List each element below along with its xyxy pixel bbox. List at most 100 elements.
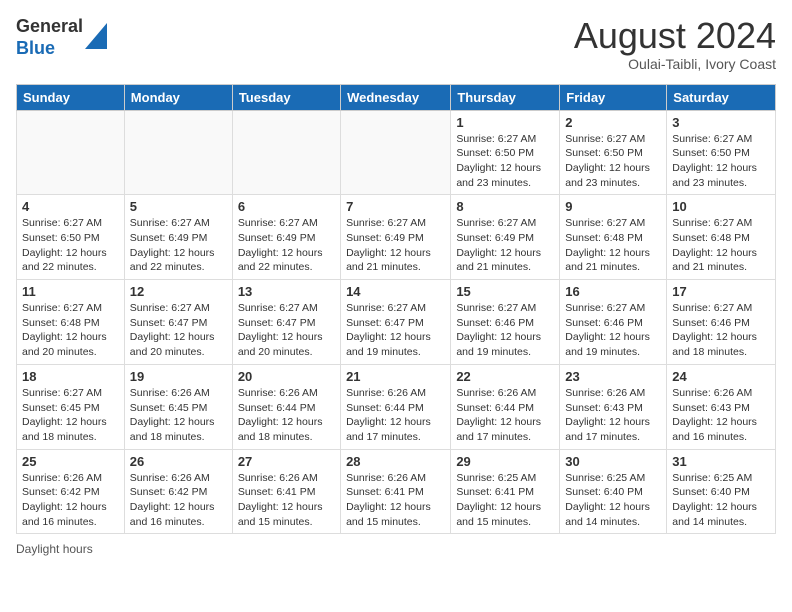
day-number: 8 (456, 199, 554, 214)
calendar-day-cell: 5 Sunrise: 6:27 AMSunset: 6:49 PMDaylight… (124, 195, 232, 280)
day-info: Sunrise: 6:27 AMSunset: 6:49 PMDaylight:… (238, 216, 335, 275)
calendar-day-cell: 18Sunrise: 6:27 AMSunset: 6:45 PMDayligh… (17, 364, 125, 449)
calendar-day-cell: 12 Sunrise: 6:27 AMSunset: 6:47 PMDayligh… (124, 280, 232, 365)
day-info: Sunrise: 6:27 AMSunset: 6:47 PMDaylight:… (346, 301, 445, 360)
calendar-day-cell: 17 Sunrise: 6:27 AMSunset: 6:46 PMDayligh… (667, 280, 776, 365)
day-number: 18 (22, 369, 119, 384)
day-info: Sunrise: 6:26 AMSunset: 6:44 PMDaylight:… (238, 386, 335, 445)
day-number: 7 (346, 199, 445, 214)
calendar-day-cell: 14 Sunrise: 6:27 AMSunset: 6:47 PMDayligh… (341, 280, 451, 365)
day-number: 24 (672, 369, 770, 384)
day-info: Sunrise: 6:26 AMSunset: 6:44 PMDaylight:… (456, 386, 554, 445)
calendar-weekday-header: Sunday (17, 84, 125, 110)
day-info: Sunrise: 6:27 AMSunset: 6:50 PMDaylight:… (565, 132, 661, 191)
day-info: Sunrise: 6:27 AMSunset: 6:50 PMDaylight:… (672, 132, 770, 191)
day-number: 15 (456, 284, 554, 299)
day-number: 20 (238, 369, 335, 384)
title-block: August 2024 Oulai-Taibli, Ivory Coast (574, 16, 776, 72)
day-number: 23 (565, 369, 661, 384)
day-number: 19 (130, 369, 227, 384)
day-info: Sunrise: 6:27 AMSunset: 6:50 PMDaylight:… (456, 132, 554, 191)
calendar-day-cell: 26 Sunrise: 6:26 AMSunset: 6:42 PMDayligh… (124, 449, 232, 534)
day-info: Sunrise: 6:27 AMSunset: 6:48 PMDaylight:… (22, 301, 119, 360)
day-info: Sunrise: 6:26 AMSunset: 6:41 PMDaylight:… (346, 471, 445, 530)
calendar-day-cell: 8 Sunrise: 6:27 AMSunset: 6:49 PMDaylight… (451, 195, 560, 280)
day-number: 14 (346, 284, 445, 299)
day-number: 30 (565, 454, 661, 469)
day-number: 26 (130, 454, 227, 469)
day-info: Sunrise: 6:27 AMSunset: 6:49 PMDaylight:… (346, 216, 445, 275)
calendar-week-row: 4Sunrise: 6:27 AMSunset: 6:50 PMDaylight… (17, 195, 776, 280)
day-number: 17 (672, 284, 770, 299)
logo-general: General (16, 16, 83, 38)
calendar-weekday-header: Monday (124, 84, 232, 110)
calendar-day-cell: 22Sunrise: 6:26 AMSunset: 6:44 PMDayligh… (451, 364, 560, 449)
day-info: Sunrise: 6:26 AMSunset: 6:41 PMDaylight:… (238, 471, 335, 530)
calendar-day-cell: 27 Sunrise: 6:26 AMSunset: 6:41 PMDayligh… (232, 449, 340, 534)
day-number: 9 (565, 199, 661, 214)
day-info: Sunrise: 6:25 AMSunset: 6:41 PMDaylight:… (456, 471, 554, 530)
calendar-day-cell: 30 Sunrise: 6:25 AMSunset: 6:40 PMDayligh… (560, 449, 667, 534)
day-number: 25 (22, 454, 119, 469)
day-number: 12 (130, 284, 227, 299)
calendar-day-cell: 13Sunrise: 6:27 AMSunset: 6:47 PMDayligh… (232, 280, 340, 365)
calendar-day-cell (17, 110, 125, 195)
logo-blue: Blue (16, 38, 83, 60)
day-number: 28 (346, 454, 445, 469)
calendar-week-row: 11 Sunrise: 6:27 AMSunset: 6:48 PMDayligh… (17, 280, 776, 365)
day-info: Sunrise: 6:27 AMSunset: 6:49 PMDaylight:… (130, 216, 227, 275)
day-number: 5 (130, 199, 227, 214)
day-number: 27 (238, 454, 335, 469)
day-number: 1 (456, 115, 554, 130)
day-info: Sunrise: 6:26 AMSunset: 6:42 PMDaylight:… (130, 471, 227, 530)
day-info: Sunrise: 6:26 AMSunset: 6:43 PMDaylight:… (565, 386, 661, 445)
day-info: Sunrise: 6:27 AMSunset: 6:46 PMDaylight:… (672, 301, 770, 360)
calendar-day-cell: 24 Sunrise: 6:26 AMSunset: 6:43 PMDayligh… (667, 364, 776, 449)
calendar-day-cell: 23 Sunrise: 6:26 AMSunset: 6:43 PMDayligh… (560, 364, 667, 449)
calendar-day-cell: 10 Sunrise: 6:27 AMSunset: 6:48 PMDayligh… (667, 195, 776, 280)
day-number: 16 (565, 284, 661, 299)
day-number: 29 (456, 454, 554, 469)
calendar-day-cell: 29 Sunrise: 6:25 AMSunset: 6:41 PMDayligh… (451, 449, 560, 534)
day-number: 6 (238, 199, 335, 214)
calendar-day-cell: 1 Sunrise: 6:27 AMSunset: 6:50 PMDaylight… (451, 110, 560, 195)
calendar-weekday-header: Saturday (667, 84, 776, 110)
day-info: Sunrise: 6:25 AMSunset: 6:40 PMDaylight:… (565, 471, 661, 530)
calendar-week-row: 25 Sunrise: 6:26 AMSunset: 6:42 PMDayligh… (17, 449, 776, 534)
calendar-day-cell: 28 Sunrise: 6:26 AMSunset: 6:41 PMDayligh… (341, 449, 451, 534)
calendar-weekday-header: Thursday (451, 84, 560, 110)
day-number: 2 (565, 115, 661, 130)
calendar-day-cell (232, 110, 340, 195)
day-info: Sunrise: 6:26 AMSunset: 6:42 PMDaylight:… (22, 471, 119, 530)
calendar-table: SundayMondayTuesdayWednesdayThursdayFrid… (16, 84, 776, 535)
day-info: Sunrise: 6:26 AMSunset: 6:45 PMDaylight:… (130, 386, 227, 445)
calendar-day-cell (341, 110, 451, 195)
day-number: 21 (346, 369, 445, 384)
location-subtitle: Oulai-Taibli, Ivory Coast (574, 56, 776, 72)
calendar-day-cell: 2 Sunrise: 6:27 AMSunset: 6:50 PMDaylight… (560, 110, 667, 195)
page-header: General Blue August 2024 Oulai-Taibli, I… (16, 16, 776, 72)
month-title: August 2024 (574, 16, 776, 56)
day-info: Sunrise: 6:26 AMSunset: 6:43 PMDaylight:… (672, 386, 770, 445)
day-info: Sunrise: 6:27 AMSunset: 6:47 PMDaylight:… (130, 301, 227, 360)
day-number: 11 (22, 284, 119, 299)
calendar-day-cell: 15Sunrise: 6:27 AMSunset: 6:46 PMDayligh… (451, 280, 560, 365)
daylight-label: Daylight hours (16, 542, 93, 556)
day-info: Sunrise: 6:27 AMSunset: 6:49 PMDaylight:… (456, 216, 554, 275)
day-info: Sunrise: 6:25 AMSunset: 6:40 PMDaylight:… (672, 471, 770, 530)
day-number: 31 (672, 454, 770, 469)
calendar-day-cell: 7 Sunrise: 6:27 AMSunset: 6:49 PMDaylight… (341, 195, 451, 280)
calendar-day-cell: 25 Sunrise: 6:26 AMSunset: 6:42 PMDayligh… (17, 449, 125, 534)
day-info: Sunrise: 6:27 AMSunset: 6:48 PMDaylight:… (672, 216, 770, 275)
day-info: Sunrise: 6:27 AMSunset: 6:48 PMDaylight:… (565, 216, 661, 275)
day-number: 4 (22, 199, 119, 214)
logo: General Blue (16, 16, 107, 59)
calendar-day-cell: 6 Sunrise: 6:27 AMSunset: 6:49 PMDaylight… (232, 195, 340, 280)
calendar-week-row: 1 Sunrise: 6:27 AMSunset: 6:50 PMDaylight… (17, 110, 776, 195)
calendar-day-cell: 9 Sunrise: 6:27 AMSunset: 6:48 PMDaylight… (560, 195, 667, 280)
calendar-day-cell: 19 Sunrise: 6:26 AMSunset: 6:45 PMDayligh… (124, 364, 232, 449)
day-number: 10 (672, 199, 770, 214)
calendar-week-row: 18Sunrise: 6:27 AMSunset: 6:45 PMDayligh… (17, 364, 776, 449)
calendar-day-cell: 20 Sunrise: 6:26 AMSunset: 6:44 PMDayligh… (232, 364, 340, 449)
logo-icon (85, 23, 107, 49)
